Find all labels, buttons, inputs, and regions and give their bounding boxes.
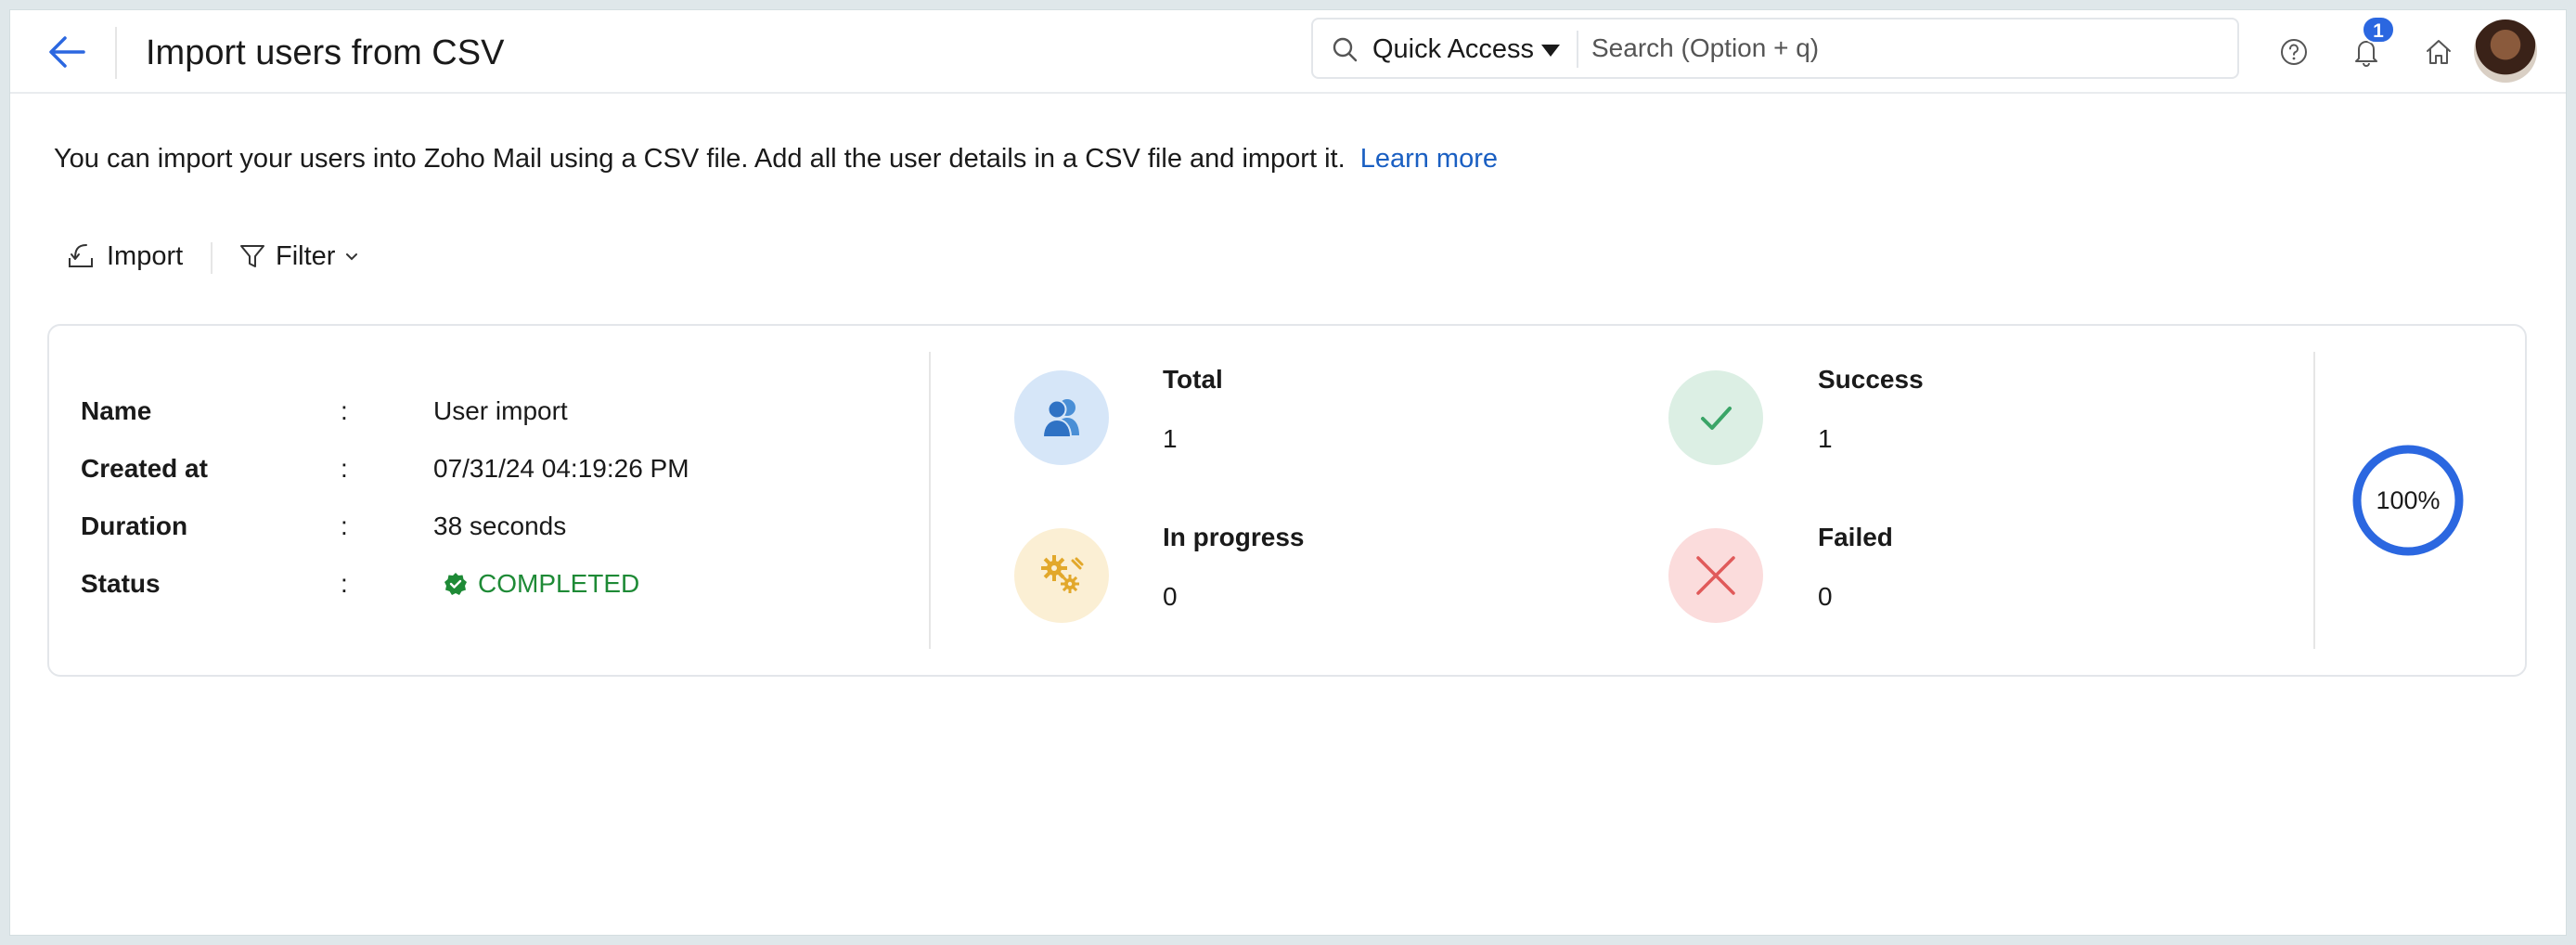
page-title: Import users from CSV [146,33,505,72]
filter-button[interactable]: Filter [238,233,359,279]
learn-more-link[interactable]: Learn more [1360,144,1498,174]
colon: : [341,454,348,483]
app-window: Import users from CSV Quick Access Searc… [9,9,2567,936]
created-at-key: Created at [81,454,208,483]
filter-icon [240,245,264,267]
home-button[interactable] [2415,29,2462,75]
status-text: COMPLETED [478,569,640,598]
progress-percent: 100% [2376,485,2441,514]
toolbar-separator [211,242,213,274]
created-at-value: 07/31/24 04:19:26 PM [433,454,689,483]
status-key: Status [81,569,161,598]
failed-label: Failed [1818,523,1893,551]
user-avatar[interactable] [2474,19,2537,83]
global-search-bar: Quick Access [1311,18,2239,79]
duration-value: 38 seconds [433,511,567,540]
name-key: Name [81,396,152,425]
quick-access-dropdown[interactable]: Quick Access [1313,19,1575,77]
search-separator [1577,31,1578,68]
search-icon [1333,37,1358,62]
x-icon [1696,556,1735,595]
status-value: COMPLETED [443,565,639,602]
header-divider [115,27,117,79]
gears-icon [1041,555,1084,593]
top-header: Import users from CSV Quick Access Searc… [10,10,2566,94]
filter-label: Filter [276,240,336,271]
card-divider-left [929,352,931,649]
total-label: Total [1163,365,1223,394]
back-button[interactable] [44,32,90,71]
in-progress-label: In progress [1163,523,1305,551]
help-button[interactable] [2271,29,2317,75]
import-summary-card: Name : User import Created at : 07/31/24… [47,324,2527,677]
check-icon [1701,407,1732,430]
card-divider-right [2313,352,2315,649]
caret-down-icon [1541,45,1560,57]
success-label: Success [1818,365,1924,394]
search-input[interactable] [1591,27,2222,70]
home-icon [2427,40,2451,64]
import-button[interactable]: Import [66,233,183,279]
colon: : [341,569,348,598]
colon: : [341,396,348,425]
total-icon-circle [1014,370,1109,465]
failed-value: 0 [1818,582,1833,611]
in-progress-icon-circle [1014,528,1109,623]
colon: : [341,511,348,540]
users-icon [1041,399,1079,438]
duration-key: Duration [81,511,188,540]
failed-icon-circle [1668,528,1763,623]
success-value: 1 [1818,424,1833,453]
chevron-down-icon [346,253,358,261]
arrow-left-icon [49,36,85,68]
success-icon-circle [1668,370,1763,465]
import-label: Import [107,240,184,271]
intro-text: You can import your users into Zoho Mail… [54,142,1498,175]
intro-description: You can import your users into Zoho Mail… [54,144,1346,174]
total-value: 1 [1163,424,1178,453]
name-value: User import [433,396,568,425]
import-icon [69,244,93,267]
notification-count-badge: 1 [2362,16,2395,44]
verified-badge-icon [444,573,467,595]
help-circle-icon [2281,39,2307,65]
quick-access-label: Quick Access [1372,34,1535,64]
in-progress-value: 0 [1163,582,1178,611]
